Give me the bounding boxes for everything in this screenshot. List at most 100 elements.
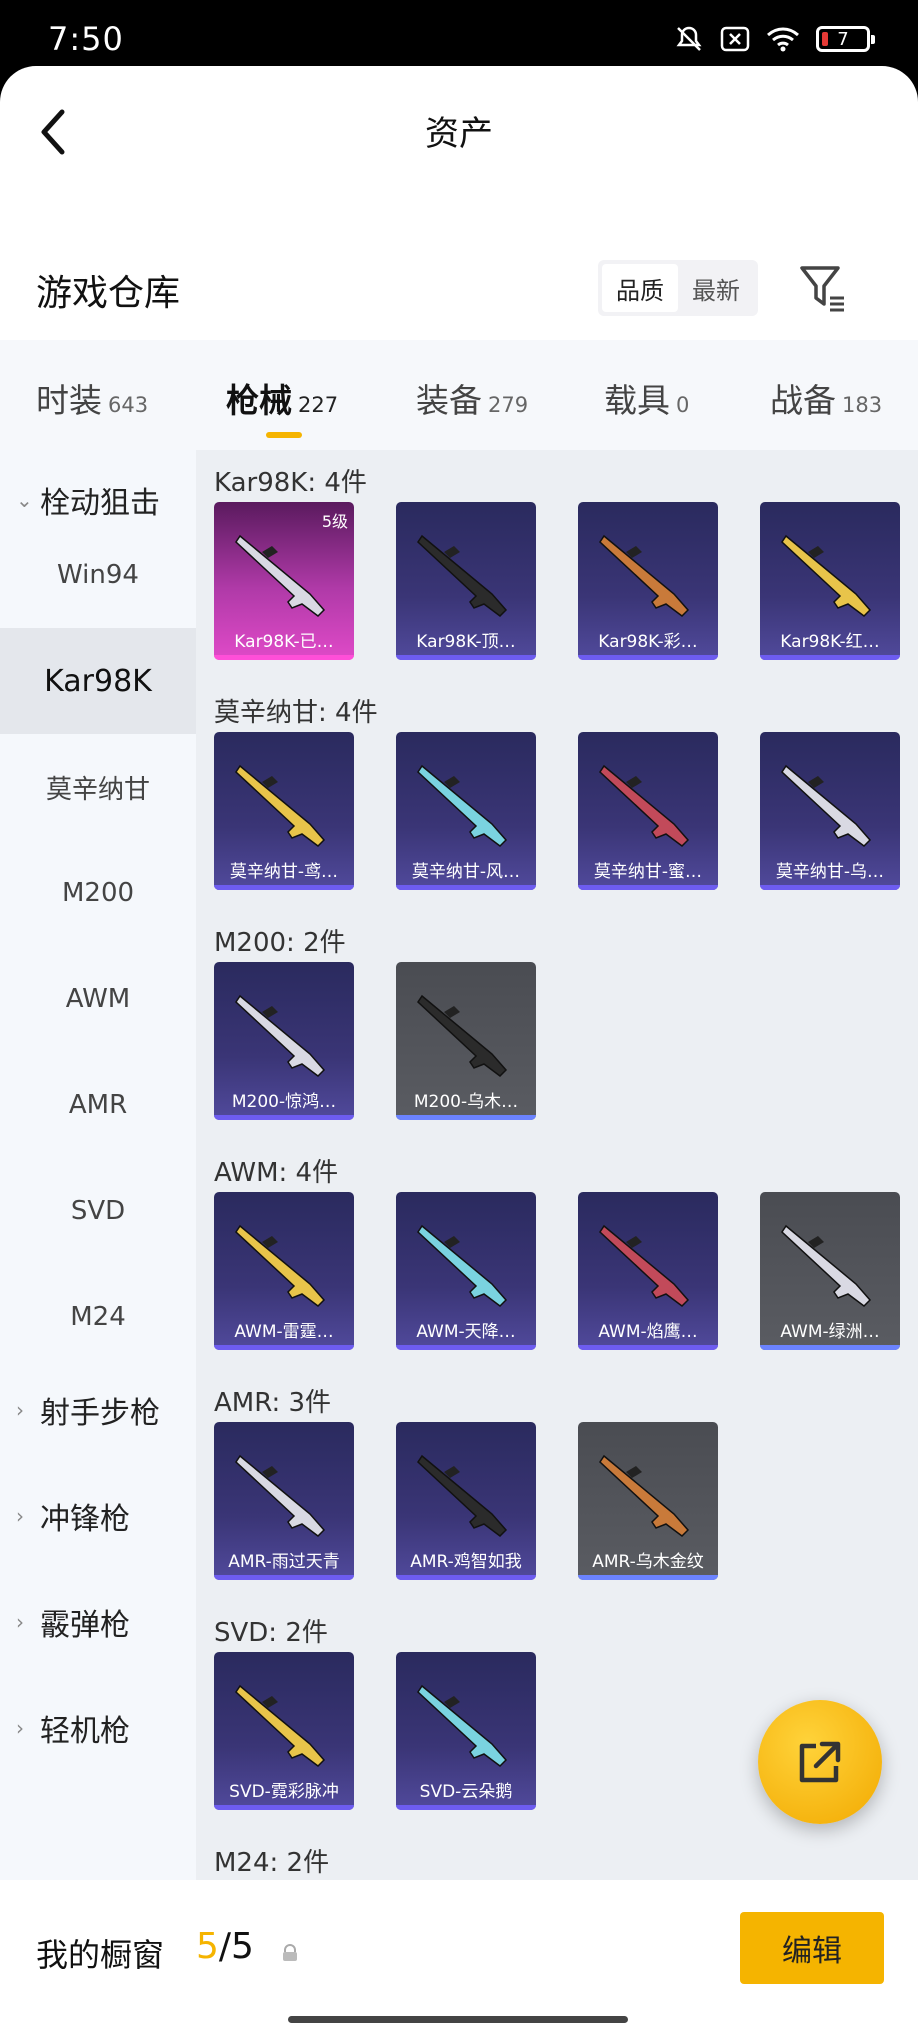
weapon-name: AWM-绿洲… [780,1322,880,1342]
chevron-down-icon: ⌄ [16,488,33,512]
rarity-bar [396,1575,536,1580]
weapon-card[interactable]: M200-惊鸿… [214,962,354,1120]
sidebar-item-m200[interactable]: M200 [0,840,196,946]
weapon-card[interactable]: 莫辛纳甘-鸢… [214,732,354,890]
filter-icon[interactable] [798,262,850,314]
tab-supplies[interactable]: 战备 183 [770,374,882,422]
rarity-bar [396,655,536,660]
weapon-name: AWM-焰鹰… [598,1322,698,1342]
category-label: 冲锋枪 [40,1502,130,1537]
sort-toggle: 品质 最新 [598,260,758,316]
app-screen: 资产 游戏仓库 品质 最新 时装 643 枪械 227 装备 279 载具 0 战备 18… [0,66,918,2040]
weapon-name: M200-乌木… [413,1092,519,1112]
rarity-bar [214,885,354,890]
weapon-name: AMR-鸡智如我 [410,1552,522,1572]
weapon-card[interactable]: 莫辛纳甘-乌… [760,732,900,890]
sort-newest-button[interactable]: 最新 [678,264,754,312]
tab-label: 枪械 [226,381,292,420]
group-header: SVD: 2件 [214,1618,328,1648]
sidebar-category-lmg[interactable]: › 轻机枪 [0,1698,196,1758]
showcase-count: 5/5 [196,1926,254,1967]
rifle-icon [417,764,508,847]
sidebar-category-bolt-sniper[interactable]: ⌄ 栓动狙击 [0,470,196,530]
weapon-name: SVD-霓彩脉冲 [229,1782,339,1802]
weapon-card[interactable]: Kar98K-顶… [396,502,536,660]
weapon-name: AWM-天降… [416,1322,516,1342]
weapon-name: 莫辛纳甘-乌… [775,862,885,882]
chevron-right-icon: › [16,1716,24,1740]
tab-label: 载具 [604,381,670,420]
group-header: AWM: 4件 [214,1158,339,1188]
rifle-icon [417,1224,508,1307]
sidebar-item-amr[interactable]: AMR [0,1052,196,1158]
weapon-card[interactable]: Kar98K-彩… [578,502,718,660]
rarity-bar [396,1115,536,1120]
tab-label: 战备 [770,381,836,420]
page-title: 资产 [425,114,493,154]
sidebar-category-marksman[interactable]: › 射手步枪 [0,1380,196,1440]
status-bar: 7:50 7 [0,0,918,70]
status-time: 7:50 [48,20,124,58]
rifle-icon [781,534,872,617]
weapon-name: M200-惊鸿… [231,1092,337,1112]
weapon-card[interactable]: AMR-鸡智如我 [396,1422,536,1580]
weapon-card[interactable]: 5级 Kar98K-已… [214,502,354,660]
sidebar-category-shotgun[interactable]: › 霰弹枪 [0,1592,196,1652]
rifle-icon [417,994,508,1077]
category-label: 霰弹枪 [40,1608,130,1643]
sidebar-item-kar98k[interactable]: Kar98K [0,628,196,734]
weapon-card[interactable]: AWM-焰鹰… [578,1192,718,1350]
rifle-icon [781,1224,872,1307]
group-header: AMR: 3件 [214,1388,332,1418]
wifi-icon [767,27,799,52]
sidebar-item-m24[interactable]: M24 [0,1264,196,1370]
rarity-bar [760,885,900,890]
share-fab[interactable] [758,1700,882,1824]
category-tabs: 时装 643 枪械 227 装备 279 载具 0 战备 183 [0,340,918,450]
tab-guns[interactable]: 枪械 227 [226,374,338,438]
weapon-card[interactable]: AMR-乌木金纹 [578,1422,718,1580]
weapon-name: Kar98K-顶… [416,632,516,652]
group-header: M200: 2件 [214,928,346,958]
showcase-current: 5 [196,1926,219,1967]
weapon-name: AMR-雨过天青 [228,1552,340,1572]
tab-count: 0 [676,393,690,417]
sidebar-item-win94[interactable]: Win94 [0,522,196,628]
weapon-card[interactable]: Kar98K-红… [760,502,900,660]
sidebar-item-svd[interactable]: SVD [0,1158,196,1264]
weapon-card[interactable]: AWM-雷霆… [214,1192,354,1350]
tab-vehicles[interactable]: 载具 0 [604,374,689,422]
weapon-card[interactable]: SVD-霓彩脉冲 [214,1652,354,1810]
sidebar-category-smg[interactable]: › 冲锋枪 [0,1486,196,1546]
rifle-icon [417,534,508,617]
edit-button[interactable]: 编辑 [740,1912,884,1984]
weapon-card[interactable]: M200-乌木… [396,962,536,1120]
chevron-right-icon: › [16,1504,24,1528]
tab-equipment[interactable]: 装备 279 [416,374,528,422]
weapon-name: 莫辛纳甘-鸢… [229,862,339,882]
lock-icon [283,1944,297,1961]
weapon-card[interactable]: AMR-雨过天青 [214,1422,354,1580]
chevron-right-icon: › [16,1610,24,1634]
rarity-bar [214,1575,354,1580]
rarity-bar [578,885,718,890]
weapon-card[interactable]: 莫辛纳甘-蜜… [578,732,718,890]
rarity-bar [214,1805,354,1810]
warehouse-title: 游戏仓库 [36,273,181,314]
tab-outfits[interactable]: 时装 643 [36,374,148,422]
sort-quality-button[interactable]: 品质 [602,264,678,312]
sidebar-item-mosin[interactable]: 莫辛纳甘 [0,734,196,840]
chevron-right-icon: › [16,1398,24,1422]
weapon-card[interactable]: 莫辛纳甘-风… [396,732,536,890]
weapon-card[interactable]: AWM-天降… [396,1192,536,1350]
rarity-bar [578,1345,718,1350]
sim-x-icon [720,26,750,52]
weapon-card[interactable]: SVD-云朵鹅 [396,1652,536,1810]
rarity-bar [760,655,900,660]
sidebar-item-awm[interactable]: AWM [0,946,196,1052]
group-header: M24: 2件 [214,1848,330,1878]
rifle-icon [417,1684,508,1767]
weapon-sidebar: ⌄ 栓动狙击 Win94 Kar98K 莫辛纳甘 M200 AWM AMR SVD… [0,450,196,1880]
weapon-name: SVD-云朵鹅 [419,1782,513,1802]
weapon-card[interactable]: AWM-绿洲… [760,1192,900,1350]
